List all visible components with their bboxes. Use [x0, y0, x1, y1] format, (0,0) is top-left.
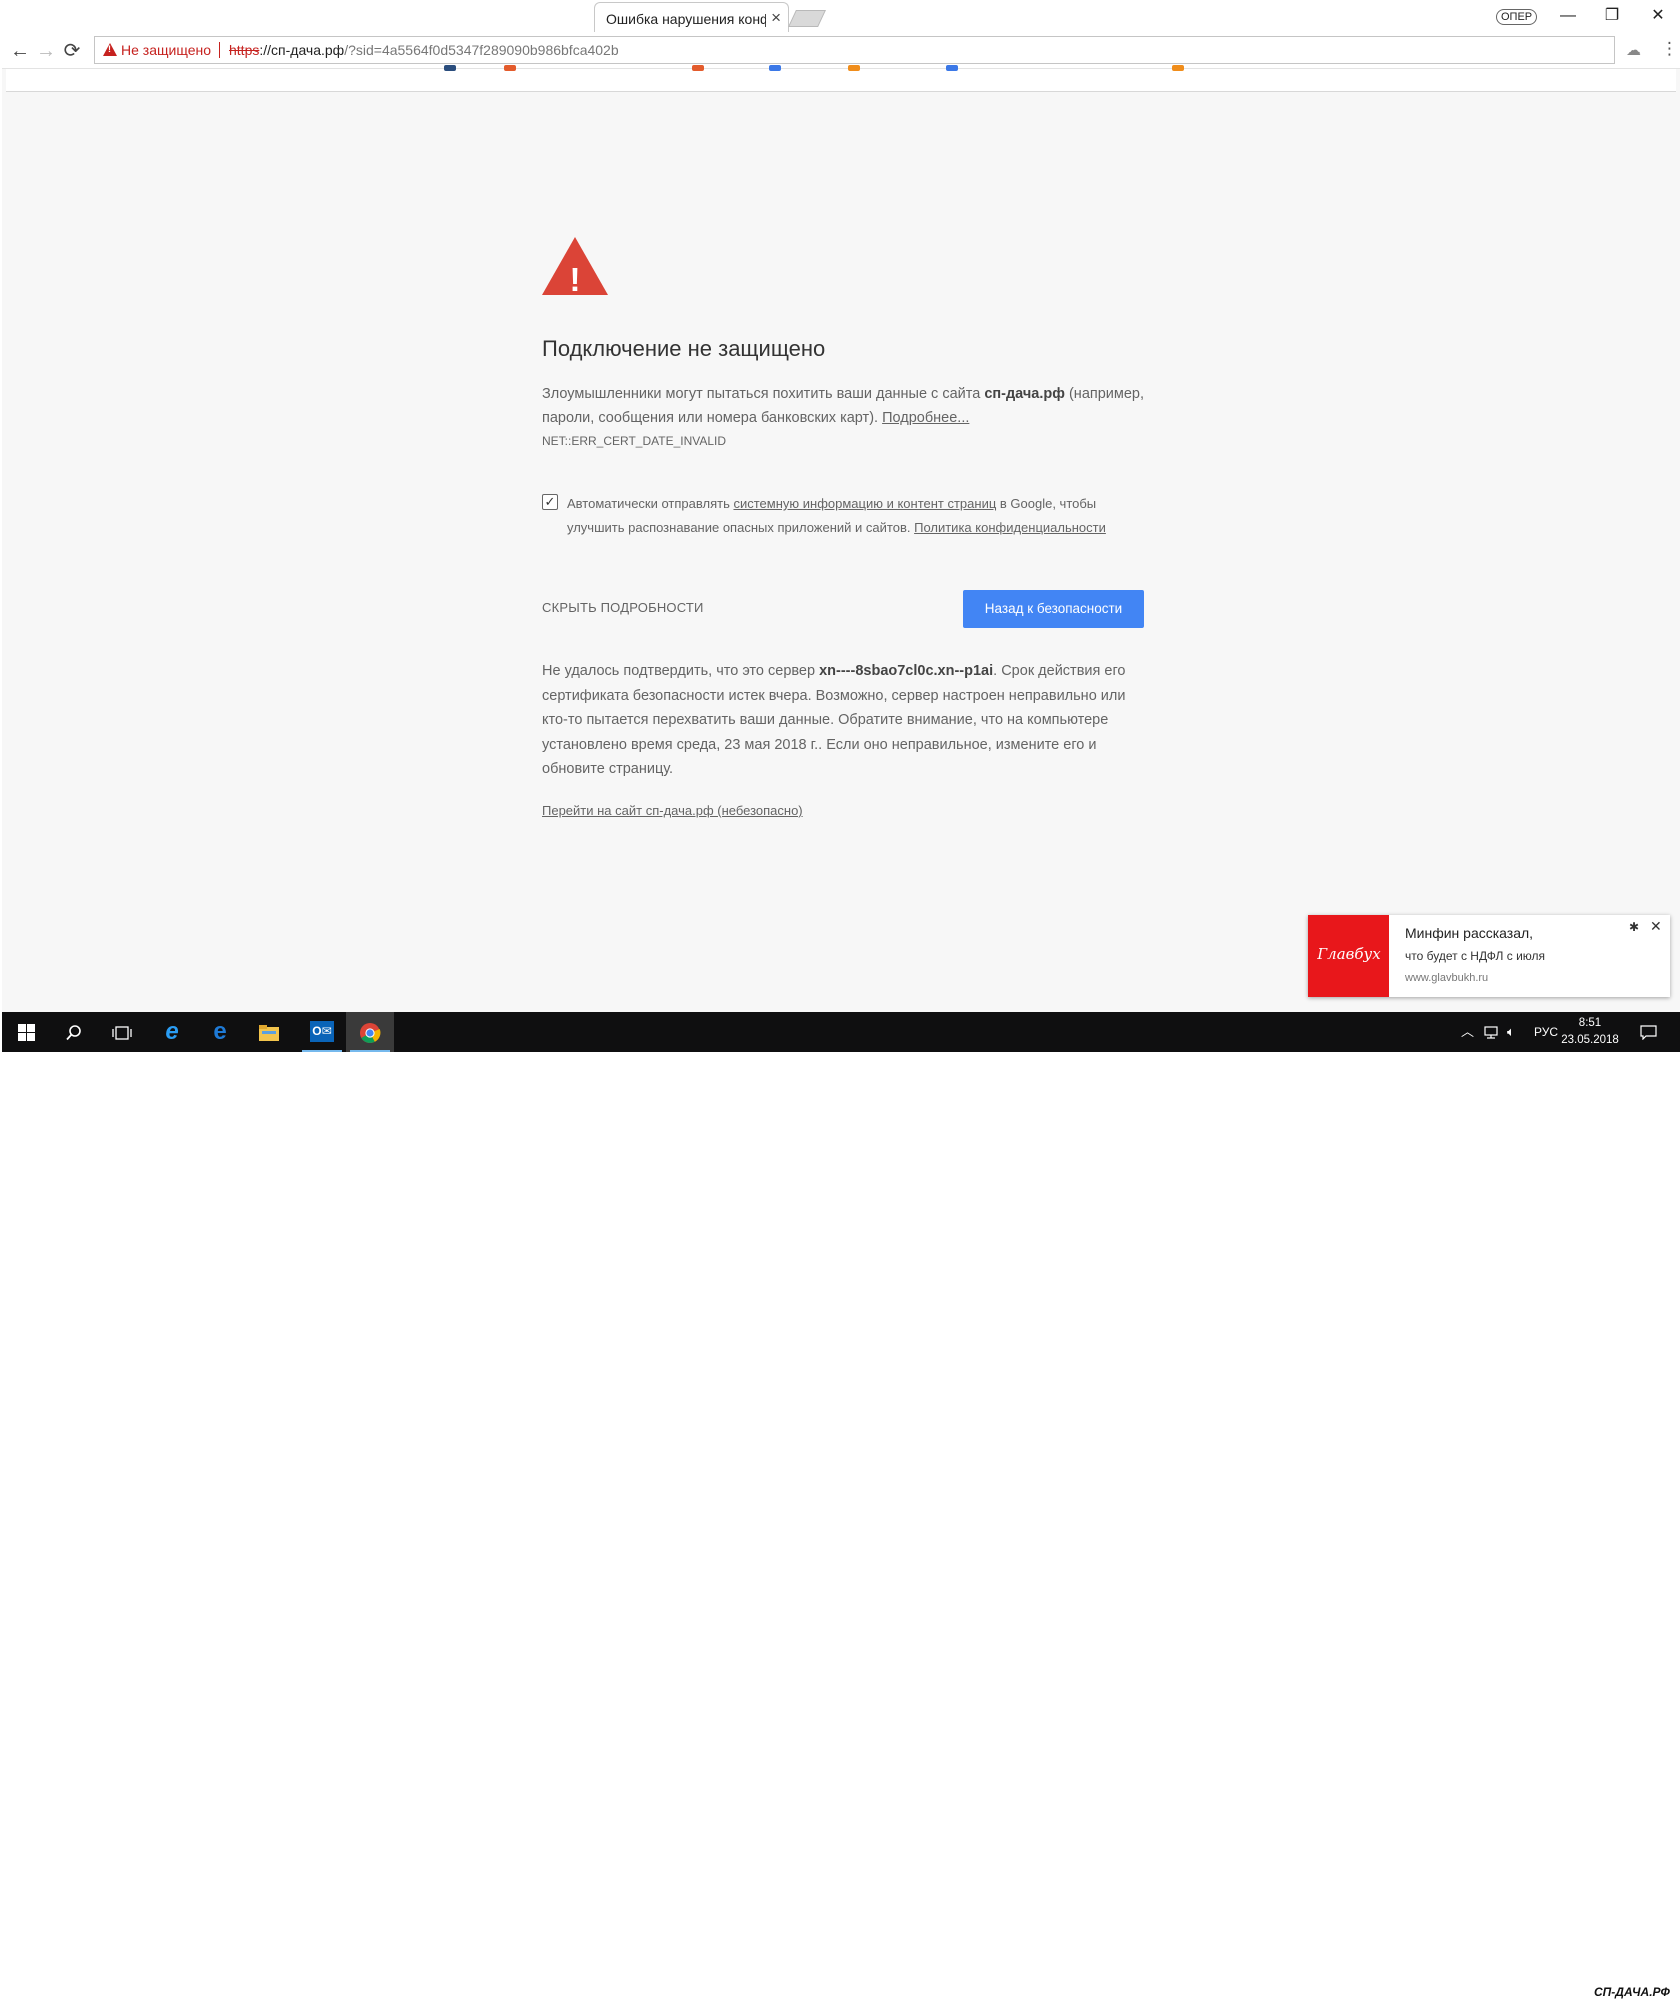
browser-toolbar: ← → ⟳ Не защищено https://сп-дача.рф/?si…: [2, 34, 1680, 69]
volume-icon[interactable]: 🔈︎: [1507, 1012, 1515, 1052]
close-window-button[interactable]: ✕: [1640, 4, 1676, 28]
notification-center-icon: [1640, 1025, 1657, 1041]
network-icon[interactable]: [1484, 1012, 1500, 1052]
folder-icon: [259, 1024, 279, 1041]
server-name: xn----8sbao7cl0c.xn--p1ai: [819, 663, 994, 679]
details-message: Не удалось подтвердить, что это сервер x…: [542, 659, 1152, 782]
hide-details-button[interactable]: СКРЫТЬ ПОДРОБНОСТИ: [542, 600, 704, 615]
url-text[interactable]: https://сп-дача.рф/?sid=4a5564f0d5347f28…: [229, 42, 619, 58]
optin-checkbox[interactable]: ✓: [542, 494, 558, 510]
minimize-button[interactable]: —: [1550, 4, 1586, 28]
url-host: ://сп-дача.рф: [259, 42, 345, 58]
omnibox-divider: [219, 42, 220, 58]
file-explorer-icon[interactable]: [245, 1012, 293, 1052]
bookmark-favicon[interactable]: [946, 65, 958, 71]
logo-text: Главбух: [1317, 945, 1381, 963]
privacy-policy-link[interactable]: Политика конфиденциальности: [914, 520, 1106, 535]
notification-source: www.glavbukh.ru: [1405, 972, 1489, 984]
system-info-link[interactable]: системную информацию и контент страниц: [733, 496, 996, 511]
search-button[interactable]: [50, 1012, 98, 1052]
site-watermark: СП-ДАЧА.РФ: [1594, 1985, 1670, 1999]
edge-icon[interactable]: e: [196, 1012, 244, 1052]
url-scheme: https: [229, 42, 260, 58]
back-to-safety-button[interactable]: Назад к безопасности: [963, 590, 1144, 628]
network-monitor-icon: [1484, 1026, 1498, 1039]
restore-button[interactable]: ❐: [1594, 4, 1630, 28]
reload-button[interactable]: ⟳: [59, 38, 85, 64]
windows-logo-icon: [17, 1024, 35, 1042]
error-code: NET::ERR_CERT_DATE_INVALID: [542, 434, 727, 448]
forward-button[interactable]: →: [33, 38, 59, 64]
taskbar-clock[interactable]: 8:51 23.05.2018: [1555, 1015, 1625, 1049]
cloud-extension-icon[interactable]: ☁: [1626, 41, 1641, 59]
main-message: Злоумышленники могут пытаться похитить в…: [542, 382, 1147, 430]
bookmark-favicon[interactable]: [692, 65, 704, 71]
browser-tab[interactable]: Ошибка нарушения конфиденциальности ×: [594, 2, 789, 32]
profile-button[interactable]: ОПЕР: [1496, 9, 1538, 25]
details-end: . Срок действия его сертификата безопасн…: [542, 663, 1126, 777]
address-bar[interactable]: Не защищено https://сп-дача.рф/?sid=4a55…: [94, 36, 1615, 64]
optin-label: Автоматически отправлять системную инфор…: [567, 492, 1152, 540]
bookmark-favicon[interactable]: [504, 65, 516, 71]
running-indicator: [302, 1050, 342, 1052]
tab-title: Ошибка нарушения конфиденциальности: [606, 11, 766, 27]
clock-date: 23.05.2018: [1561, 1034, 1619, 1046]
new-tab-button[interactable]: [788, 10, 826, 27]
bookmark-favicon[interactable]: [1172, 65, 1184, 71]
clock-time: 8:51: [1578, 1017, 1602, 1029]
url-path: /?sid=4a5564f0d5347f289090b986bfca402b: [344, 42, 619, 58]
running-indicator: [350, 1050, 390, 1052]
exclamation-icon: !: [569, 261, 581, 298]
browser-title-bar: Ошибка нарушения конфиденциальности × ОП…: [2, 0, 1680, 34]
search-icon: [66, 1024, 81, 1040]
settings-gear-icon[interactable]: ✱: [1629, 920, 1639, 934]
back-button[interactable]: ←: [7, 38, 33, 64]
start-button[interactable]: [2, 1012, 50, 1052]
bookmark-favicon[interactable]: [848, 65, 860, 71]
security-chip[interactable]: Не защищено: [121, 42, 211, 58]
windows-taskbar: e e O✉ ︿ 🔈︎ РУС 8:51 23.05.2018: [2, 1012, 1680, 1052]
action-center-button[interactable]: [1640, 1012, 1657, 1052]
learn-more-link[interactable]: Подробнее...: [882, 410, 969, 426]
bookmarks-bar: [6, 65, 1676, 92]
glavbukh-logo: Главбух: [1308, 915, 1389, 997]
menu-icon[interactable]: ⋮: [1661, 39, 1678, 59]
notification-close-icon[interactable]: ✕: [1650, 918, 1662, 935]
details-start: Не удалось подтвердить, что это сервер: [542, 663, 820, 679]
notification-toast[interactable]: Главбух Минфин рассказал, что будет с НД…: [1308, 915, 1670, 997]
chrome-logo: [360, 1022, 381, 1043]
task-view-button[interactable]: [98, 1012, 146, 1052]
tab-close-icon[interactable]: ×: [771, 8, 781, 28]
page-title: Подключение не защищено: [542, 336, 826, 361]
optin-text-start: Автоматически отправлять: [567, 496, 734, 511]
show-hidden-icons-button[interactable]: ︿: [1461, 1012, 1474, 1052]
chrome-icon[interactable]: [346, 1012, 394, 1052]
task-view-icon: [112, 1025, 132, 1040]
internet-explorer-icon[interactable]: e: [148, 1012, 196, 1052]
site-name: сп-дача.рф: [984, 386, 1065, 402]
bookmark-favicon[interactable]: [444, 65, 456, 71]
bookmark-favicon[interactable]: [769, 65, 781, 71]
notification-body: что будет с НДФЛ с июля: [1405, 949, 1546, 963]
screenshot: Ошибка нарушения конфиденциальности × ОП…: [2, 0, 1680, 1052]
main-message-start: Злоумышленники могут пытаться похитить в…: [542, 386, 985, 402]
proceed-unsafe-link[interactable]: Перейти на сайт сп-дача.рф (небезопасно): [542, 803, 803, 818]
notification-title: Минфин рассказал,: [1405, 925, 1534, 941]
warning-icon: [103, 43, 117, 56]
outlook-logo: O✉: [310, 1021, 334, 1042]
outlook-icon[interactable]: O✉: [298, 1012, 346, 1052]
